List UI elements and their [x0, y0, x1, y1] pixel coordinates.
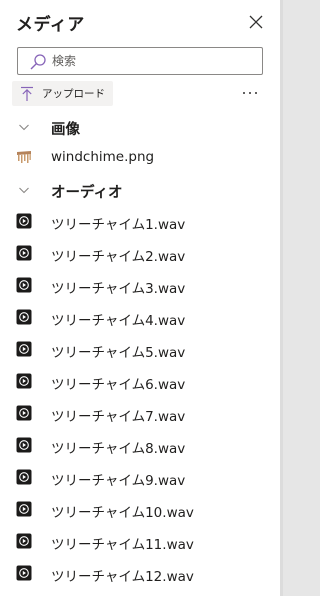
pane-title: メディア: [16, 15, 85, 35]
audio-file-icon: [16, 245, 32, 261]
audio-item-label: ツリーチャイム7.wav: [51, 409, 186, 425]
audio-item-label: ツリーチャイム10.wav: [51, 505, 194, 521]
search-icon: [30, 54, 46, 70]
audio-item[interactable]: ツリーチャイム4.wav: [0, 302, 280, 334]
audio-item[interactable]: ツリーチャイム3.wav: [0, 270, 280, 302]
audio-item[interactable]: ツリーチャイム6.wav: [0, 366, 280, 398]
audio-item[interactable]: ツリーチャイム10.wav: [0, 494, 280, 526]
image-thumbnail-icon: [17, 151, 31, 163]
audio-item-label: ツリーチャイム6.wav: [51, 377, 186, 393]
audio-item-label: ツリーチャイム2.wav: [51, 249, 186, 265]
audio-item-label: ツリーチャイム1.wav: [51, 217, 186, 233]
audio-item[interactable]: ツリーチャイム1.wav: [0, 206, 280, 238]
pane-border: [280, 0, 283, 596]
audio-item[interactable]: ツリーチャイム7.wav: [0, 398, 280, 430]
audio-item-label: ツリーチャイム9.wav: [51, 473, 186, 489]
audio-item-label: ツリーチャイム3.wav: [51, 281, 186, 297]
audio-item-label: ツリーチャイム5.wav: [51, 345, 186, 361]
section-header-audio[interactable]: オーディオ: [0, 175, 280, 205]
more-horizontal-icon: [241, 91, 259, 95]
audio-item-label: ツリーチャイム4.wav: [51, 313, 186, 329]
section-label-images: 画像: [51, 122, 80, 138]
close-button[interactable]: [244, 10, 268, 34]
audio-item[interactable]: ツリーチャイム2.wav: [0, 238, 280, 270]
more-options-button[interactable]: [238, 84, 262, 102]
audio-item-label: ツリーチャイム11.wav: [51, 537, 194, 553]
media-toolbar: アップロード: [0, 80, 280, 108]
upload-icon: [21, 86, 33, 101]
audio-item-label: ツリーチャイム12.wav: [51, 569, 194, 585]
audio-file-icon: [16, 437, 32, 453]
audio-file-icon: [16, 341, 32, 357]
section-header-images[interactable]: 画像: [0, 112, 280, 142]
audio-file-icon: [16, 213, 32, 229]
section-label-audio: オーディオ: [51, 185, 123, 201]
media-pane: メディア アップロード: [0, 0, 280, 596]
chevron-down-icon: [19, 187, 29, 194]
audio-file-icon: [16, 501, 32, 517]
media-item-image[interactable]: windchime.png: [0, 142, 280, 174]
audio-item[interactable]: ツリーチャイム12.wav: [0, 558, 280, 590]
audio-item-label: ツリーチャイム8.wav: [51, 441, 186, 457]
chevron-down-icon: [19, 124, 29, 131]
audio-file-icon: [16, 533, 32, 549]
audio-file-icon: [16, 309, 32, 325]
search-input[interactable]: [52, 51, 252, 71]
upload-button[interactable]: アップロード: [12, 81, 113, 106]
audio-file-icon: [16, 469, 32, 485]
audio-file-icon: [16, 373, 32, 389]
audio-file-icon: [16, 277, 32, 293]
audio-file-icon: [16, 565, 32, 581]
pane-header: メディア: [0, 0, 280, 44]
audio-item[interactable]: ツリーチャイム8.wav: [0, 430, 280, 462]
audio-file-icon: [16, 405, 32, 421]
media-item-label: windchime.png: [51, 149, 155, 165]
audio-item[interactable]: ツリーチャイム5.wav: [0, 334, 280, 366]
search-box[interactable]: [17, 47, 263, 75]
audio-item[interactable]: ツリーチャイム9.wav: [0, 462, 280, 494]
close-icon: [249, 15, 263, 29]
upload-label: アップロード: [42, 88, 105, 100]
audio-item[interactable]: ツリーチャイム11.wav: [0, 526, 280, 558]
